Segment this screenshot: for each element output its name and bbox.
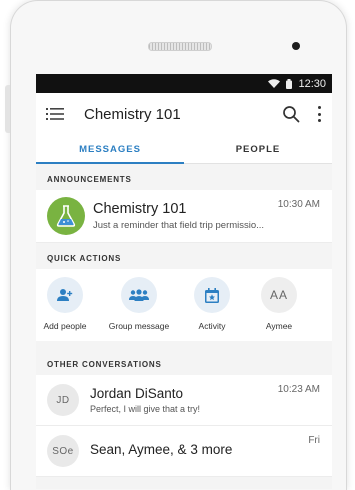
quick-action-add-people[interactable]: Add people xyxy=(38,277,92,331)
quick-action-label: Group message xyxy=(108,321,170,331)
announcement-time: 10:30 AM xyxy=(277,199,320,210)
tab-bar: MESSAGES PEOPLE xyxy=(36,135,332,164)
phone-side-button xyxy=(5,85,10,133)
quick-action-label: Aymee xyxy=(265,321,293,331)
conversation-time: 10:23 AM xyxy=(277,384,320,395)
quick-action-group-message[interactable]: Group message xyxy=(104,277,174,331)
tab-people[interactable]: PEOPLE xyxy=(184,135,332,163)
other-conversations-header: OTHER CONVERSATIONS xyxy=(36,349,332,375)
quick-actions-header: QUICK ACTIONS xyxy=(36,243,332,269)
search-icon[interactable] xyxy=(282,105,300,123)
announcement-item[interactable]: Chemistry 101 Just a reminder that field… xyxy=(36,190,332,243)
avatar xyxy=(47,197,85,235)
battery-icon xyxy=(286,78,293,89)
section-gap xyxy=(36,341,332,349)
tab-messages[interactable]: MESSAGES xyxy=(36,135,184,163)
menu-list-icon[interactable] xyxy=(46,107,64,121)
more-options-icon[interactable] xyxy=(314,106,324,122)
announcement-preview: Just a reminder that field trip permissi… xyxy=(93,220,265,231)
quick-action-aymee[interactable]: AA Aymee xyxy=(256,277,302,331)
quick-action-label: Activity xyxy=(198,321,226,331)
wifi-icon xyxy=(268,79,281,88)
app-bar: Chemistry 101 xyxy=(36,93,332,135)
phone-camera xyxy=(292,42,300,50)
add-person-icon xyxy=(57,289,73,301)
conversation-item[interactable]: JD Jordan DiSanto Perfect, I will give t… xyxy=(36,375,332,426)
app-screen: 12:30 Chemistry 101 MESSAGES PEOPLE ANNO… xyxy=(36,74,332,489)
flask-icon xyxy=(56,205,76,227)
announcements-header: ANNOUNCEMENTS xyxy=(36,164,332,190)
group-icon xyxy=(129,289,149,301)
avatar: AA xyxy=(261,277,297,313)
avatar: JD xyxy=(47,384,79,416)
conversation-time: Fri xyxy=(308,435,320,446)
quick-action-label: Add people xyxy=(43,321,87,331)
active-tab-indicator xyxy=(36,162,184,164)
conversation-preview: Perfect, I will give that a try! xyxy=(90,404,201,414)
page-title: Chemistry 101 xyxy=(84,105,181,123)
conversation-name: Sean, Aymee, & 3 more xyxy=(90,442,233,457)
conversation-item[interactable]: SOe Sean, Aymee, & 3 more Fri xyxy=(36,426,332,477)
quick-action-activity[interactable]: Activity xyxy=(188,277,236,331)
status-time: 12:30 xyxy=(298,77,326,90)
quick-actions-row: Add people Group message Activity AA Aym… xyxy=(36,269,332,341)
avatar: SOe xyxy=(47,435,79,467)
calendar-star-icon xyxy=(205,287,219,303)
phone-speaker xyxy=(148,42,212,51)
status-bar: 12:30 xyxy=(36,74,332,93)
